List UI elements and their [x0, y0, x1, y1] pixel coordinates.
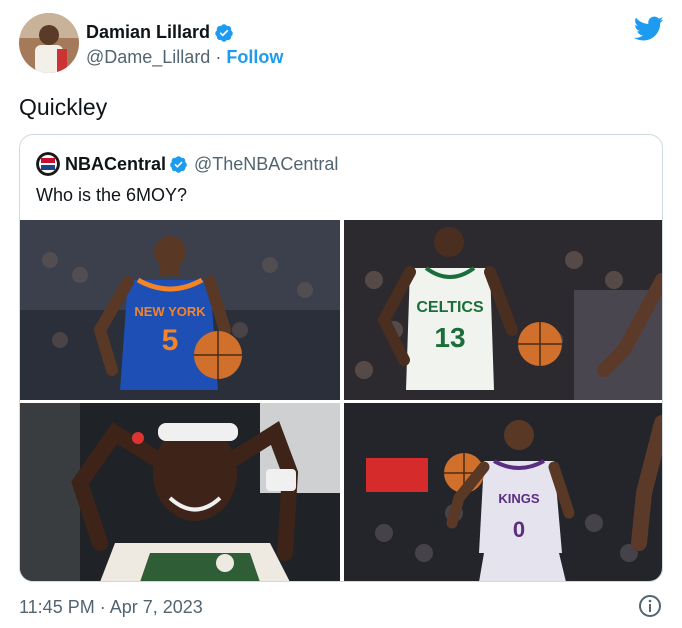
quoted-tweet-text: Who is the 6MOY? — [36, 185, 188, 205]
media-image-2[interactable]: CELTICS 13 — [344, 220, 662, 400]
quoted-tweet[interactable]: NBACentral @TheNBACentral Who is the 6MO… — [19, 134, 663, 582]
info-icon[interactable] — [638, 594, 662, 618]
media-image-3[interactable] — [20, 403, 340, 581]
jersey-team-text-1: NEW YORK — [134, 304, 206, 319]
author-name[interactable]: Damian Lillard — [86, 22, 210, 43]
media-image-4[interactable]: KINGS 0 — [344, 403, 662, 581]
follow-button[interactable]: Follow — [226, 47, 283, 67]
twitter-bird-icon[interactable] — [634, 16, 664, 42]
jersey-number-text-1: 5 — [162, 324, 179, 357]
quoted-author-name[interactable]: NBACentral — [65, 154, 166, 175]
quoted-avatar[interactable] — [36, 152, 60, 176]
media-image-1[interactable]: NEW YORK 5 — [20, 220, 340, 400]
verified-badge-icon — [215, 23, 233, 42]
separator-dot: · — [215, 47, 222, 67]
media-grid: NEW YORK 5 CELTICS 13 KINGS 0 — [20, 220, 662, 581]
tweet-text: Quickley — [19, 94, 108, 120]
tweet-timestamp[interactable]: 11:45 PM · Apr 7, 2023 — [19, 597, 203, 618]
jersey-team-text-2: CELTICS — [416, 299, 484, 316]
jersey-number-text-2: 13 — [434, 322, 465, 353]
verified-badge-icon — [170, 155, 187, 173]
jersey-number-text-4: 0 — [513, 517, 525, 542]
author-avatar[interactable] — [19, 13, 79, 73]
author-handle[interactable]: @Dame_Lillard — [86, 47, 210, 67]
jersey-team-text-4: KINGS — [498, 491, 540, 506]
quoted-author-handle[interactable]: @TheNBACentral — [194, 154, 338, 175]
